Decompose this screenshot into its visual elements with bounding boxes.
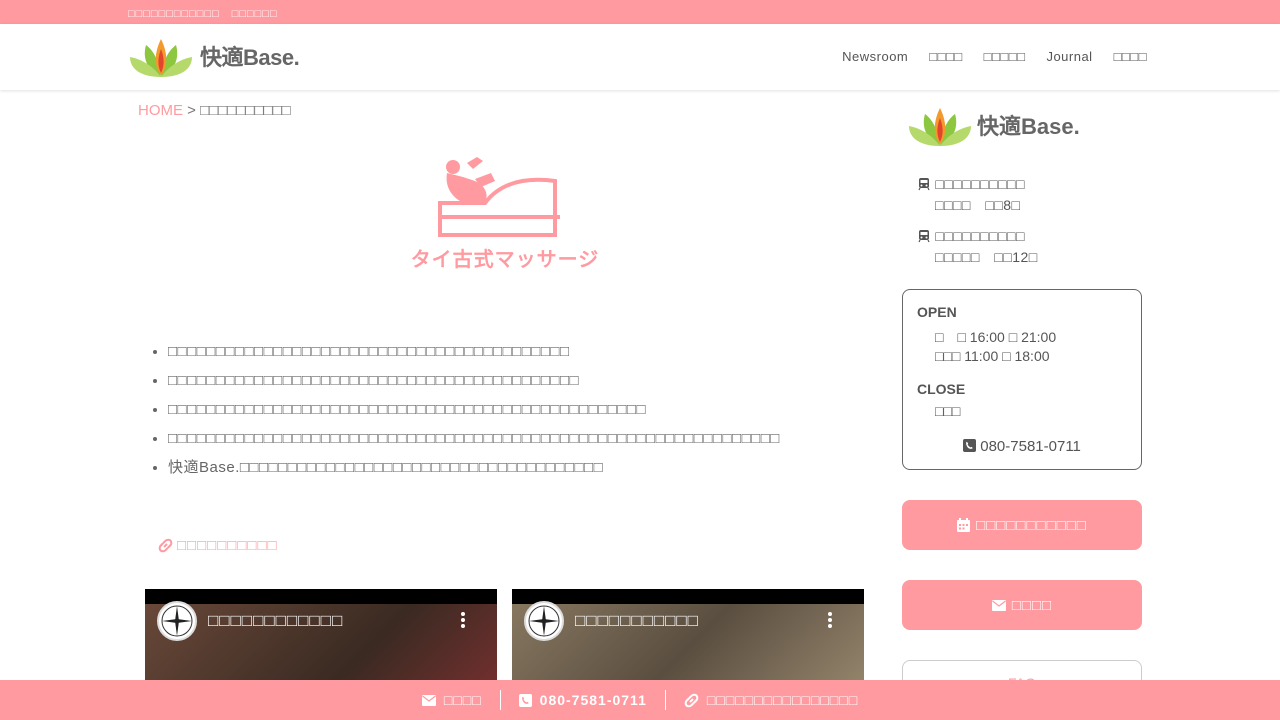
- breadcrumb-separator: >: [183, 102, 201, 119]
- sidebar-brand-name: 快適Base.: [977, 114, 1080, 139]
- footer-contact-link[interactable]: □□□□: [404, 692, 500, 708]
- breadcrumb: HOME > □□□□□□□□□□: [138, 102, 291, 119]
- video-title: □□□□□□□□□□□: [575, 611, 699, 630]
- nav-item-3[interactable]: □□□□□: [984, 49, 1026, 64]
- list-item: □□□□□□□□□□□□□□□□□□□□□□□□□□□□□□□□□□□□□□□□…: [168, 338, 838, 366]
- more-options-icon[interactable]: [461, 611, 465, 629]
- compass-icon: [528, 605, 560, 637]
- video-top-bar: [145, 589, 497, 604]
- station-name: □□□□□□□□□□: [935, 228, 1025, 244]
- list-item: 快適Base.□□□□□□□□□□□□□□□□□□□□□□□□□□□□□□□□□…: [168, 454, 838, 482]
- open-hours-row: □ □ 16:00 □ 21:00: [935, 329, 1057, 345]
- video-top-bar: [512, 589, 864, 604]
- external-link-label: □□□□□□□□□□: [177, 537, 278, 554]
- station-walk-time: □□□□□ □□12□: [935, 249, 1038, 265]
- envelope-icon: [421, 694, 436, 706]
- sidebar-phone-number: 080-7581-0711: [980, 438, 1081, 455]
- sidebar-logo[interactable]: 快適Base.: [907, 100, 1080, 150]
- top-announcement-text: □□□□□□□□□□□□ □□□□□□: [128, 8, 278, 20]
- calendar-icon: [957, 518, 971, 532]
- link-icon: [684, 693, 699, 707]
- list-item: □□□□□□□□□□□□□□□□□□□□□□□□□□□□□□□□□□□□□□□□…: [168, 396, 838, 424]
- sidebar-phone[interactable]: 080-7581-0711: [903, 438, 1141, 455]
- list-item: □□□□□□□□□□□□□□□□□□□□□□□□□□□□□□□□□□□□□□□□…: [168, 367, 838, 395]
- nav-item-5[interactable]: □□□□: [1114, 49, 1147, 64]
- sticky-footer-bar: □□□□ 080-7581-0711 □□□□□□□□□□□□□□□□: [0, 680, 1280, 720]
- phone-icon: [518, 693, 532, 707]
- external-link[interactable]: □□□□□□□□□□: [158, 537, 278, 554]
- site-logo[interactable]: 快適Base.: [128, 32, 300, 80]
- contact-button[interactable]: □□□□: [902, 580, 1142, 630]
- train-icon: [918, 230, 930, 243]
- breadcrumb-home-link[interactable]: HOME: [138, 102, 183, 119]
- station-walk-time: □□□□ □□8□: [935, 197, 1021, 213]
- hero-label: タイ古式マッサージ: [410, 249, 600, 271]
- station-info: □□□□□□□□□□ □□□□ □□8□: [917, 174, 1025, 216]
- nav-item-2[interactable]: □□□□: [929, 49, 962, 64]
- business-hours-box: OPEN □ □ 16:00 □ 21:00 □□□ 11:00 □ 18:00…: [902, 289, 1142, 470]
- footer-phone-number: 080-7581-0711: [539, 692, 647, 708]
- footer-contact-label: □□□□: [443, 692, 482, 708]
- contact-button-label: □□□□: [1011, 596, 1053, 614]
- list-item: □□□□□□□□□□□□□□□□□□□□□□□□□□□□□□□□□□□□□□□□…: [168, 425, 838, 453]
- phone-icon: [963, 439, 977, 452]
- train-icon: [918, 178, 930, 191]
- hero-illustration: タイ古式マッサージ: [405, 155, 605, 275]
- station-info: □□□□□□□□□□ □□□□□ □□12□: [917, 226, 1038, 268]
- closed-days: □□□: [935, 403, 961, 419]
- station-name: □□□□□□□□□□: [935, 176, 1025, 192]
- channel-avatar[interactable]: [157, 601, 197, 641]
- breadcrumb-current: □□□□□□□□□□: [200, 102, 291, 119]
- more-options-icon[interactable]: [828, 611, 832, 629]
- footer-external-link[interactable]: □□□□□□□□□□□□□□□□: [666, 692, 876, 708]
- open-label: OPEN: [917, 304, 957, 320]
- open-hours-row: □□□ 11:00 □ 18:00: [935, 348, 1050, 364]
- channel-avatar[interactable]: [524, 601, 564, 641]
- reserve-button-label: □□□□□□□□□□□: [976, 516, 1087, 534]
- site-brand-name: 快適Base.: [200, 45, 300, 70]
- video-title: □□□□□□□□□□□□: [208, 611, 344, 630]
- compass-icon: [161, 605, 193, 637]
- reserve-button[interactable]: □□□□□□□□□□□: [902, 500, 1142, 550]
- footer-phone-link[interactable]: 080-7581-0711: [501, 692, 665, 708]
- link-icon: [158, 538, 173, 553]
- footer-external-link-label: □□□□□□□□□□□□□□□□: [706, 692, 859, 708]
- site-header: 快適Base. Newsroom □□□□ □□□□□ Journal □□□□: [0, 24, 1280, 90]
- nav-item-journal[interactable]: Journal: [1046, 49, 1092, 64]
- envelope-icon: [991, 599, 1006, 611]
- nav-item-newsroom[interactable]: Newsroom: [842, 49, 908, 64]
- massage-bed-icon: [438, 157, 560, 237]
- feature-list: □□□□□□□□□□□□□□□□□□□□□□□□□□□□□□□□□□□□□□□□…: [168, 338, 838, 483]
- lotus-logo-icon: [130, 39, 192, 77]
- main-nav: Newsroom □□□□ □□□□□ Journal □□□□: [842, 49, 1147, 64]
- lotus-logo-icon: [909, 108, 971, 146]
- close-label: CLOSE: [917, 381, 966, 397]
- top-announcement-bar: □□□□□□□□□□□□ □□□□□□: [0, 0, 1280, 24]
